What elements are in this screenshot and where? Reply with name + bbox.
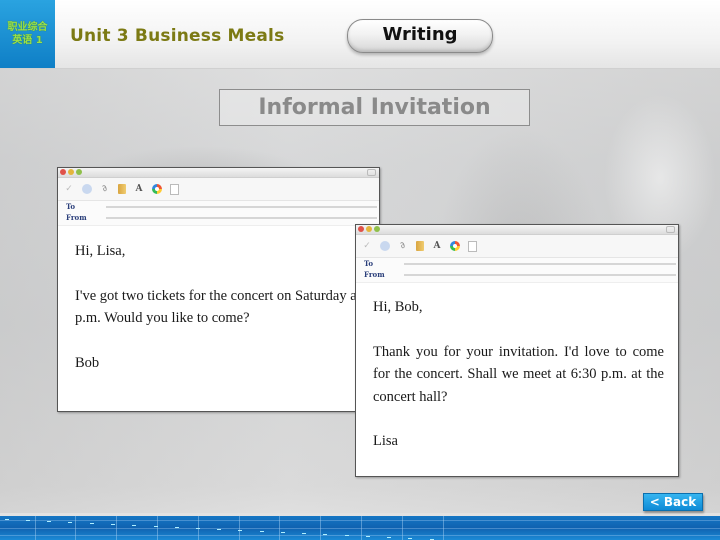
address-book-icon <box>416 241 424 251</box>
from-label: From <box>66 213 87 222</box>
header: 职业综合 英语 1 Unit 3 Business Meals Writing <box>0 0 720 69</box>
send-icon: ✓ <box>363 241 371 251</box>
zoom-window-icon <box>76 169 82 175</box>
topic-title: Informal Invitation <box>258 95 491 120</box>
email-body: Hi, Lisa, I've got two tickets for the c… <box>58 226 379 374</box>
attach-circle-icon <box>82 184 92 194</box>
zoom-window-icon <box>374 226 380 232</box>
email-body: Hi, Bob, Thank you for your invitation. … <box>356 283 678 453</box>
minimize-window-icon <box>68 169 74 175</box>
color-wheel-icon <box>152 184 162 194</box>
logo-line-1: 职业综合 <box>7 22 48 33</box>
to-field <box>404 262 676 265</box>
email-toolbar: ✓ ∂ A <box>356 235 678 258</box>
unit-title: Unit 3 Business Meals <box>70 26 285 46</box>
back-label: Back <box>663 495 697 509</box>
email-window-invitation: ✓ ∂ A To From Hi, Lisa, I've got two tic… <box>57 167 380 412</box>
email-greeting: Hi, Bob, <box>373 299 423 315</box>
email-greeting: Hi, Lisa, <box>75 243 126 259</box>
font-icon: A <box>135 184 143 194</box>
paperclip-icon: ∂ <box>398 240 408 252</box>
course-logo: 职业综合 英语 1 <box>0 0 55 68</box>
to-field <box>106 205 377 208</box>
email-header-fields: To From <box>356 258 678 283</box>
footer-band <box>0 516 720 540</box>
send-icon: ✓ <box>65 184 73 194</box>
email-message: I've got two tickets for the concert on … <box>75 287 372 327</box>
email-window-reply: ✓ ∂ A To From Hi, Bob, Thank you for you… <box>355 224 679 477</box>
email-signature: Lisa <box>373 433 398 449</box>
color-wheel-icon <box>450 241 460 251</box>
to-label: To <box>364 259 374 268</box>
email-toolbar: ✓ ∂ A <box>58 178 379 201</box>
close-window-icon <box>358 226 364 232</box>
logo-line-2: 英语 1 <box>12 35 43 46</box>
from-label: From <box>364 270 385 279</box>
section-pill: Writing <box>347 19 493 53</box>
topic-title-box: Informal Invitation <box>219 89 530 126</box>
chevron-left-icon: < <box>649 495 660 509</box>
attach-circle-icon <box>380 241 390 251</box>
email-message: Thank you for your invitation. I'd love … <box>373 343 664 405</box>
section-label: Writing <box>382 24 458 45</box>
paperclip-icon: ∂ <box>100 183 110 195</box>
back-button[interactable]: < Back <box>643 493 703 511</box>
document-icon <box>170 183 179 195</box>
close-window-icon <box>60 169 66 175</box>
toolbar-toggle-icon <box>367 169 376 176</box>
address-book-icon <box>118 184 126 194</box>
window-titlebar <box>356 225 678 235</box>
email-header-fields: To From <box>58 201 379 226</box>
document-icon <box>468 240 477 252</box>
window-titlebar <box>58 168 379 178</box>
minimize-window-icon <box>366 226 372 232</box>
from-field <box>106 216 377 219</box>
from-field <box>404 273 676 276</box>
email-signature: Bob <box>75 354 100 371</box>
to-label: To <box>66 202 76 211</box>
toolbar-toggle-icon <box>666 226 675 233</box>
font-icon: A <box>433 241 441 251</box>
